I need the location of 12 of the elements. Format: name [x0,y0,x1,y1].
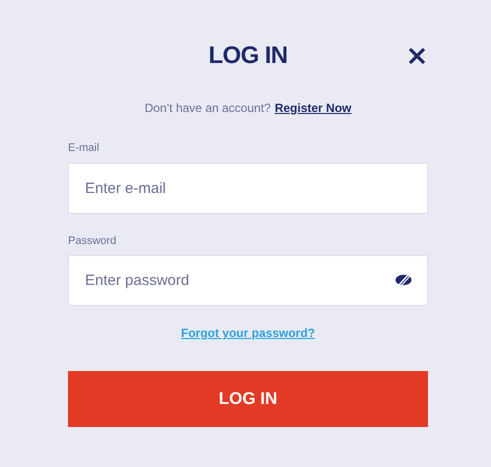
forgot-password-link[interactable]: Forgot your password? [180,324,315,342]
field-label: E-mail [68,141,100,156]
eye-hidden-icon[interactable] [395,274,412,286]
close-button[interactable] [406,45,428,67]
register-link[interactable]: Register Now [274,99,352,117]
field-label: Password [68,234,118,248]
email-field[interactable]: Enter e-mail [68,162,428,214]
dialog-title: LOG IN [208,41,288,71]
password-field[interactable]: Enter password [68,255,428,306]
close-icon [408,47,426,65]
account-prompt: Don’t have an account? [144,100,271,117]
login-button[interactable]: LOG IN [68,371,428,427]
